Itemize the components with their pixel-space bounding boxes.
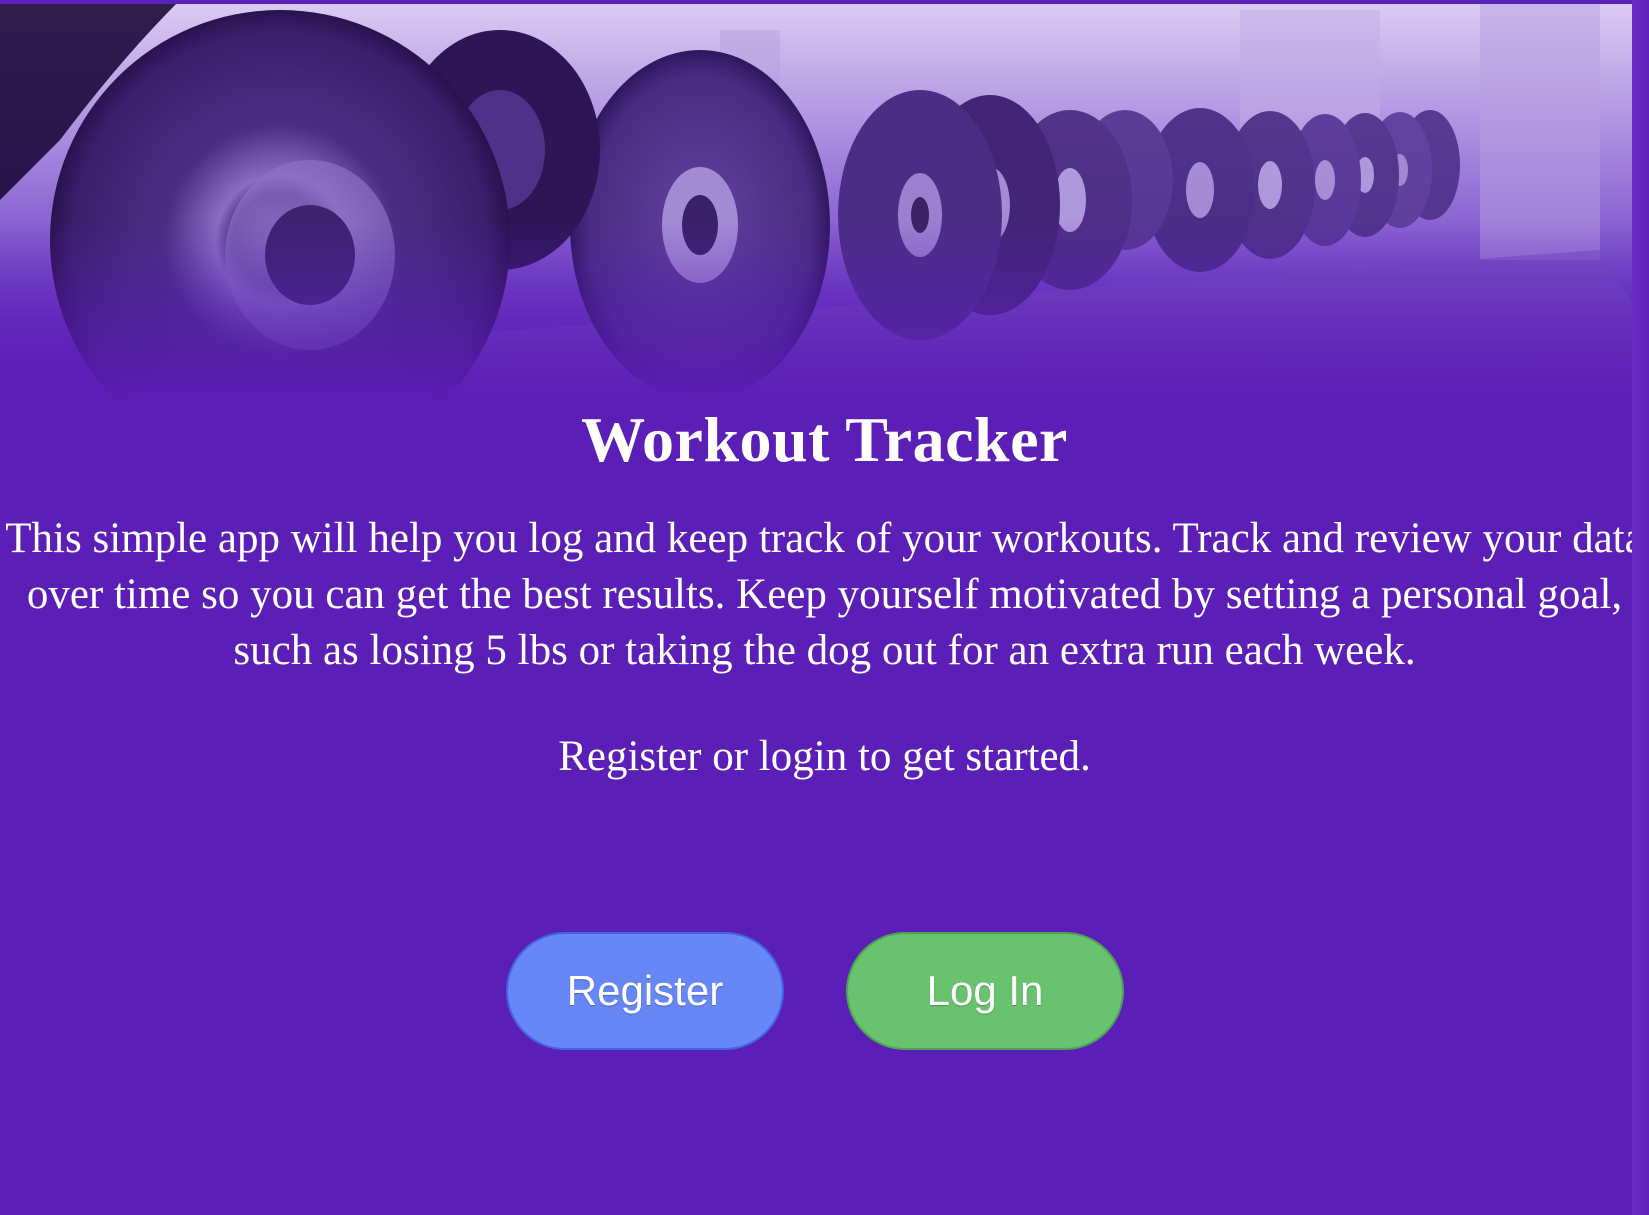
register-button[interactable]: Register	[506, 932, 784, 1050]
landing-page: Workout Tracker This simple app will hel…	[0, 0, 1649, 1215]
top-border	[0, 0, 1649, 4]
intro-section: Workout Tracker This simple app will hel…	[0, 395, 1649, 785]
auth-buttons: Register Log In	[0, 932, 1649, 1052]
login-button[interactable]: Log In	[846, 932, 1124, 1050]
hero-gym-image	[0, 0, 1649, 400]
dumbbell-rack-photo-icon	[0, 0, 1649, 400]
call-to-action-text: Register or login to get started.	[558, 733, 1091, 780]
app-description: This simple app will help you log and ke…	[5, 515, 1644, 674]
page-title: Workout Tracker	[581, 404, 1068, 475]
scrollbar-edge	[1632, 0, 1649, 1215]
